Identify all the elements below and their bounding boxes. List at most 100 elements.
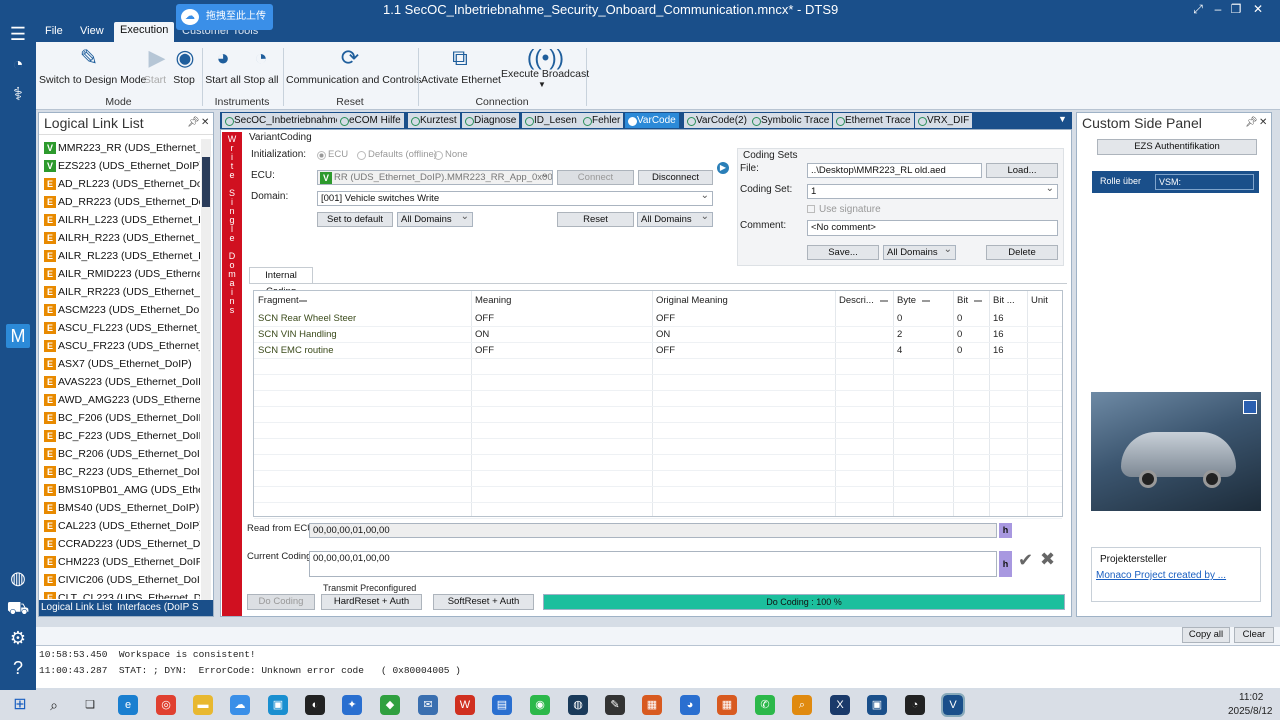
all-domains-select-1[interactable]: All Domains [397, 212, 473, 227]
close-icon[interactable]: ✕ [201, 117, 209, 128]
hard-reset-button[interactable]: HardReset + Auth [321, 594, 422, 610]
do-coding-button[interactable]: Do Coding [247, 594, 315, 610]
dts-icon[interactable]: V [941, 693, 965, 717]
app-icon[interactable]: ◐ [305, 695, 325, 715]
tab-varcode-2[interactable]: VarCode(2) [684, 113, 750, 128]
close-icon[interactable]: ✕ [1259, 117, 1267, 128]
grid-cell[interactable]: OFF [475, 345, 494, 356]
steam-icon[interactable]: ◍ [568, 695, 588, 715]
tab-internal-coding[interactable]: Internal Coding [249, 267, 313, 297]
search-icon[interactable]: ⌕ [44, 695, 64, 715]
clock-time[interactable]: 11:02 [1239, 692, 1263, 703]
tab-symbolic-trace[interactable]: Symbolic Trace [749, 113, 833, 128]
app-icon[interactable]: ✎ [605, 695, 625, 715]
app-icon[interactable]: ◔ [905, 695, 925, 715]
tab-ethernet-trace[interactable]: Ethernet Trace [833, 113, 914, 128]
all-domains-select-2[interactable]: All Domains [637, 212, 713, 227]
grid-cell[interactable]: 4 [897, 345, 902, 356]
tab-fehler[interactable]: Fehler [580, 113, 624, 128]
list-item[interactable]: E CAL223 (UDS_Ethernet_DoIP) [42, 517, 200, 535]
list-item[interactable]: E CIVIC206 (UDS_Ethernet_DoIP) [42, 571, 200, 589]
list-item[interactable]: ECLT_CL223 (UDS_Ethernet_DoIP) [42, 589, 200, 599]
list-item[interactable]: EAILRH_R223 (UDS_Ethernet_DoIP) [42, 229, 200, 247]
pin-icon[interactable]: 📌︎ [1245, 117, 1258, 128]
grid-cell[interactable]: SCN EMC routine [258, 345, 334, 356]
grid-cell[interactable]: 0 [957, 313, 962, 324]
list-item[interactable]: EAILRH_L223 (UDS_Ethernet_DoIP) [42, 211, 200, 229]
minimize-button[interactable]: – [1210, 2, 1226, 16]
role-input[interactable]: VSM: [1155, 174, 1254, 190]
start-all-button[interactable]: ◕ Start all [205, 44, 241, 86]
soft-reset-button[interactable]: SoftReset + Auth [433, 594, 534, 610]
grid-cell[interactable]: ON [656, 329, 670, 340]
projekt-link[interactable]: Monaco Project created by ... [1096, 570, 1226, 581]
car-icon[interactable]: ⛟ [6, 596, 30, 620]
grid-cell[interactable]: 0 [957, 329, 962, 340]
tab-interfaces[interactable]: Interfaces (DoIP S [117, 602, 199, 613]
menu-tab-execution[interactable]: Execution [114, 22, 175, 42]
init-radio-defaults[interactable]: Defaults (offline) [357, 149, 437, 160]
app-icon[interactable]: ◕ [680, 695, 700, 715]
app-icon[interactable]: ▦ [717, 695, 737, 715]
coding-set-select[interactable]: 1 [807, 184, 1058, 199]
list-item[interactable]: VMMR223_RR (UDS_Ethernet_DoIP) [42, 139, 200, 157]
scrollbar-thumb[interactable] [202, 157, 210, 207]
grid-header-bit[interactable]: Bit [957, 295, 968, 306]
save-button[interactable]: Save... [807, 245, 879, 260]
wps-icon[interactable]: W [455, 695, 475, 715]
grid-cell[interactable]: 0 [897, 313, 902, 324]
column-filter-icon[interactable] [299, 300, 307, 302]
globe-icon[interactable]: ◍ [6, 566, 30, 590]
stop-all-button[interactable]: ◔ Stop all [243, 44, 279, 86]
list-item[interactable]: EASCU_FL223 (UDS_Ethernet_DoIP) [42, 319, 200, 337]
grid-header-description[interactable]: Descri... [839, 295, 874, 306]
disconnect-button[interactable]: Disconnect [638, 170, 713, 185]
list-item[interactable]: ECCRAD223 (UDS_Ethernet_DoIP) [42, 535, 200, 553]
tab-id-lesen[interactable]: ID_Lesen [522, 113, 580, 128]
app-icon[interactable]: X [830, 695, 850, 715]
grid-cell[interactable]: 16 [993, 313, 1004, 324]
file-field[interactable]: ..\Desktop\MMR223_RL old.aed [807, 163, 982, 178]
help-icon[interactable]: ? [6, 656, 30, 680]
grid-cell[interactable]: 16 [993, 345, 1004, 356]
column-filter-icon[interactable] [880, 300, 888, 302]
restore-button[interactable]: ❐ [1228, 2, 1244, 16]
wechat-icon[interactable]: ◉ [530, 695, 550, 715]
copy-all-button[interactable]: Copy all [1182, 627, 1230, 643]
comm-controls-button[interactable]: ⟳ Communication and Controls [286, 44, 421, 86]
ecu-select[interactable]: V RR (UDS_Ethernet_DoIP).MMR223_RR_App_0… [317, 170, 553, 185]
grid-cell[interactable]: ON [475, 329, 489, 340]
connect-button[interactable]: Connect [557, 170, 634, 185]
app-icon[interactable]: ◆ [380, 695, 400, 715]
checkmark-icon[interactable]: ✔ [1018, 550, 1033, 571]
chrome-icon[interactable]: ◎ [156, 695, 176, 715]
grid-cell[interactable]: 0 [957, 345, 962, 356]
list-item[interactable]: E BC_F206 (UDS_Ethernet_DoIP) [42, 409, 200, 427]
cancel-icon[interactable]: ✖ [1040, 549, 1055, 570]
list-item[interactable]: EAILR_RMID223 (UDS_Ethernet_DoIP) [42, 265, 200, 283]
grid-header-meaning[interactable]: Meaning [475, 295, 511, 306]
settings-icon[interactable]: ⚙ [6, 626, 30, 650]
cloud-app-icon[interactable]: ☁ [230, 695, 250, 715]
list-item[interactable]: E ASX7 (UDS_Ethernet_DoIP) [42, 355, 200, 373]
app-icon[interactable]: ▦ [642, 695, 662, 715]
list-item[interactable]: E ASCM223 (UDS_Ethernet_DoIP) [42, 301, 200, 319]
upload-badge[interactable]: ☁ 拖拽至此上传 [176, 4, 273, 30]
init-radio-ecu[interactable]: ECU [317, 149, 348, 160]
list-item[interactable]: EAD_RL223 (UDS_Ethernet_DoIP) [42, 175, 200, 193]
init-radio-none[interactable]: None [434, 149, 468, 160]
list-item[interactable]: EAWD_AMG223 (UDS_Ethernet_DoIP) [42, 391, 200, 409]
app-icon[interactable]: ⌕ [792, 695, 812, 715]
list-item[interactable]: EAILR_RR223 (UDS_Ethernet_DoIP) [42, 283, 200, 301]
grid-header-fragment[interactable]: Fragment [258, 295, 299, 306]
list-item[interactable]: E BMS40 (UDS_Ethernet_DoIP) [42, 499, 200, 517]
list-item[interactable]: E BC_R206 (UDS_Ethernet_DoIP) [42, 445, 200, 463]
clock-date[interactable]: 2025/8/12 [1228, 706, 1273, 717]
tab-kurztest[interactable]: Kurztest [408, 113, 460, 128]
dashboard-icon[interactable]: ◔ [6, 52, 30, 76]
grid-header-byte[interactable]: Byte [897, 295, 916, 306]
grid-header-bit-length[interactable]: Bit ... [993, 295, 1015, 306]
list-item[interactable]: EBMS10PB01_AMG (UDS_Ethernet_DoIP) [42, 481, 200, 499]
list-item[interactable]: E BC_F223 (UDS_Ethernet_DoIP) [42, 427, 200, 445]
whatsapp-icon[interactable]: ✆ [755, 695, 775, 715]
